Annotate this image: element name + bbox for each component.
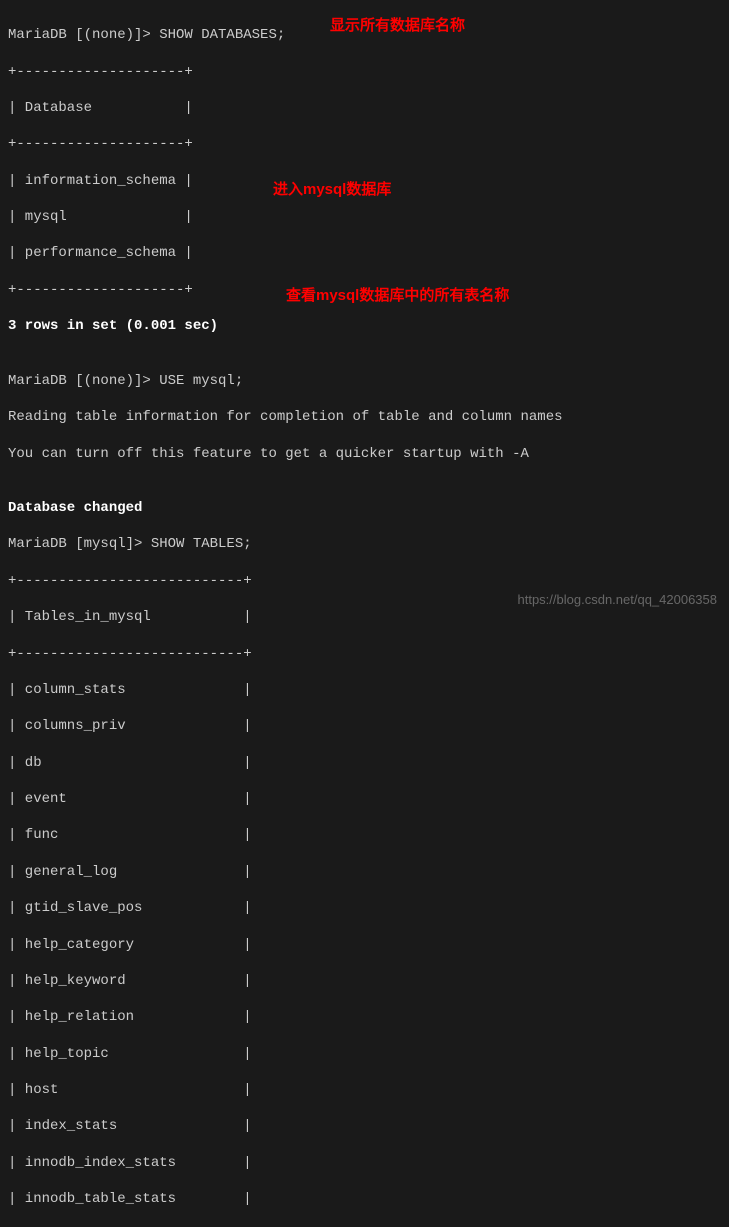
info-reading: You can turn off this feature to get a q…: [8, 445, 721, 463]
table-separator: +---------------------------+: [8, 645, 721, 663]
table-row: | func |: [8, 826, 721, 844]
table-row: | db |: [8, 754, 721, 772]
rows-count: 3 rows in set (0.001 sec): [8, 317, 721, 335]
info-reading: Reading table information for completion…: [8, 408, 721, 426]
table-row: | general_log |: [8, 863, 721, 881]
annotation-show-databases: 显示所有数据库名称: [330, 16, 465, 36]
db-header: | Database |: [8, 99, 721, 117]
prompt-use-mysql: MariaDB [(none)]> USE mysql;: [8, 372, 721, 390]
table-row: | innodb_index_stats |: [8, 1154, 721, 1172]
table-row: | host |: [8, 1081, 721, 1099]
table-row: | column_stats |: [8, 681, 721, 699]
table-row: | help_category |: [8, 936, 721, 954]
table-row: | innodb_table_stats |: [8, 1190, 721, 1208]
watermark: https://blog.csdn.net/qq_42006358: [518, 592, 718, 609]
db-row: | mysql |: [8, 208, 721, 226]
table-row: | event |: [8, 790, 721, 808]
table-row: | help_topic |: [8, 1045, 721, 1063]
annotation-show-tables: 查看mysql数据库中的所有表名称: [286, 286, 509, 306]
table-separator: +---------------------------+: [8, 572, 721, 590]
table-separator: +--------------------+: [8, 63, 721, 81]
table-row: | help_relation |: [8, 1008, 721, 1026]
tables-header: | Tables_in_mysql |: [8, 608, 721, 626]
table-separator: +--------------------+: [8, 135, 721, 153]
prompt-show-tables: MariaDB [mysql]> SHOW TABLES;: [8, 535, 721, 553]
db-row: | performance_schema |: [8, 244, 721, 262]
table-row: | help_keyword |: [8, 972, 721, 990]
database-changed: Database changed: [8, 499, 721, 517]
table-row: | index_stats |: [8, 1117, 721, 1135]
table-row: | columns_priv |: [8, 717, 721, 735]
annotation-use-mysql: 进入mysql数据库: [273, 180, 391, 200]
table-row: | gtid_slave_pos |: [8, 899, 721, 917]
